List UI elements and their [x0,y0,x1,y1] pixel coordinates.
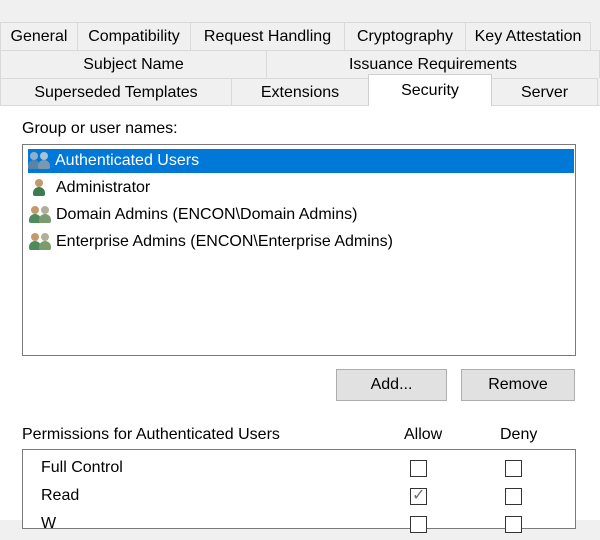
permission-name: W [41,515,57,532]
permissions-list: Full Control Read ✓ W [22,449,576,533]
add-button[interactable]: Add... [336,369,447,401]
list-item-authenticated-users[interactable]: Authenticated Users [28,149,574,173]
allow-checkbox[interactable]: ✓ [410,487,427,505]
permission-row-write: W [23,512,575,540]
permissions-label: Permissions for Authenticated Users [22,426,280,443]
tab-superseded-templates[interactable]: Superseded Templates [0,78,232,106]
user-icon [29,178,53,198]
permission-row-full-control: Full Control [23,456,575,484]
tab-row-1: General Compatibility Request Handling C… [0,22,591,50]
tab-compatibility[interactable]: Compatibility [77,22,191,50]
checkmark-icon: ✓ [412,487,426,504]
tab-key-attestation[interactable]: Key Attestation [465,22,591,50]
remove-button[interactable]: Remove [461,369,575,401]
tab-extensions[interactable]: Extensions [231,78,369,106]
list-item-domain-admins[interactable]: Domain Admins (ENCON\Domain Admins) [29,203,357,227]
tab-request-handling[interactable]: Request Handling [190,22,345,50]
tab-general[interactable]: General [0,22,78,50]
list-item-label: Authenticated Users [55,152,200,169]
user-listbox[interactable]: Authenticated Users Administrator Domain… [22,144,576,356]
deny-column-header: Deny [500,426,538,443]
tab-subject-name[interactable]: Subject Name [0,50,267,78]
tab-security[interactable]: Security [368,74,492,106]
permission-name: Full Control [41,459,123,476]
list-item-label: Administrator [56,179,151,196]
tab-row-3: Superseded Templates Extensions Security… [0,74,598,106]
group-or-user-names-label: Group or user names: [22,120,178,137]
list-item-administrator[interactable]: Administrator [29,176,150,200]
group-icon [28,151,52,171]
list-item-enterprise-admins[interactable]: Enterprise Admins (ENCON\Enterprise Admi… [29,230,393,254]
list-item-label: Domain Admins (ENCON\Domain Admins) [56,206,358,223]
deny-checkbox[interactable] [505,460,522,477]
permission-row-read: Read ✓ [23,484,575,512]
group-icon [29,232,53,252]
permission-name: Read [41,487,80,504]
group-icon [29,205,53,225]
allow-column-header: Allow [404,426,443,443]
tab-server[interactable]: Server [491,78,598,106]
tab-cryptography[interactable]: Cryptography [344,22,466,50]
tab-row-2: Subject Name Issuance Requirements [0,50,600,78]
deny-checkbox[interactable] [505,488,522,505]
list-item-label: Enterprise Admins (ENCON\Enterprise Admi… [56,233,393,250]
allow-checkbox[interactable] [410,460,427,477]
